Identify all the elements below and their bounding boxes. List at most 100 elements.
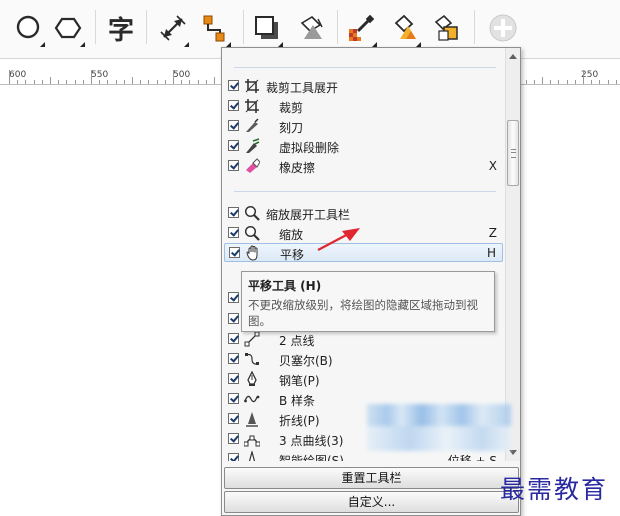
b-spline-icon [244, 391, 260, 407]
ruler-tick [157, 80, 158, 84]
blurred-region [367, 404, 511, 451]
ellipse-tool-button[interactable] [10, 6, 48, 50]
scroll-up-arrow-icon[interactable] [509, 54, 517, 59]
ruler-tick [181, 80, 182, 84]
menu-item-knife[interactable]: 刻刀 [224, 117, 503, 136]
ruler-tick [189, 80, 190, 84]
tooltip: 平移工具 (H) 不更改缩放级别，将绘图的隐藏区域拖动到视图。 [241, 271, 495, 332]
polygon-tool-button[interactable] [50, 6, 88, 50]
ruler-tick [116, 80, 117, 84]
dimension-arrow-icon [158, 13, 188, 43]
connector-tool-button[interactable] [196, 6, 234, 50]
zoom-icon [244, 205, 260, 221]
menu-item-label: 钢笔(P) [279, 374, 320, 388]
menu-item-zoom[interactable]: 缩放 Z [224, 224, 503, 243]
checkbox-checked[interactable] [228, 292, 239, 303]
scrollbar-thumb[interactable] [507, 120, 519, 186]
menu-item-pen[interactable]: 钢笔(P) [224, 370, 503, 389]
drop-shadow-icon [252, 13, 282, 43]
ruler-tick [9, 70, 10, 84]
eraser-icon [244, 158, 260, 174]
interactive-fill-tool-button[interactable] [386, 6, 424, 50]
checkbox-checked[interactable] [228, 100, 239, 111]
shortcut-key: 位移 + S [447, 454, 497, 461]
flyout-indicator [184, 42, 189, 47]
text-icon: 字 [107, 15, 134, 46]
menu-item-smart-drawing[interactable]: 智能绘图(S) 位移 + S [224, 450, 503, 461]
menu-item-bezier[interactable]: 贝塞尔(B) [224, 350, 503, 369]
menu-item-crop[interactable]: 裁剪 [224, 97, 503, 116]
checkbox-checked[interactable] [228, 433, 239, 444]
ruler-tick [17, 80, 18, 84]
menu-item-eraser[interactable]: 橡皮擦 X [224, 157, 503, 176]
ruler-tick [173, 70, 174, 84]
menu-item-crop-flyout[interactable]: 裁剪工具展开 [224, 77, 503, 96]
ruler-tick [165, 80, 166, 84]
checkbox-checked[interactable] [228, 227, 239, 238]
shortcut-key: X [488, 159, 497, 173]
checkbox-checked[interactable] [229, 247, 240, 258]
checkbox-checked[interactable] [228, 120, 239, 131]
menu-item-label: 2 点线 [279, 334, 315, 348]
checkbox-checked[interactable] [228, 353, 239, 364]
shortcut-key: H [486, 246, 496, 260]
customize-button[interactable]: 自定义... [224, 491, 519, 513]
ruler-tick [599, 80, 600, 84]
watermark-text: 最需教育 [500, 475, 609, 504]
ruler-tick [534, 80, 535, 84]
drop-shadow-tool-button[interactable] [248, 6, 286, 50]
menu-item-label: 智能绘图(S) [279, 454, 344, 461]
ellipse-icon [14, 13, 44, 43]
ruler-tick [542, 77, 543, 84]
ruler-tick [132, 77, 133, 84]
toolbar-separator [146, 10, 147, 44]
menu-scrollbar[interactable] [505, 48, 520, 461]
menu-item-virtual-segment-delete[interactable]: 虚拟段删除 [224, 137, 503, 156]
menu-item-label: 缩放 [279, 228, 304, 242]
checkbox-checked[interactable] [228, 373, 239, 384]
ruler-tick [550, 80, 551, 84]
menu-item-pan[interactable]: 平移 H [224, 243, 503, 262]
ruler-tick [42, 80, 43, 84]
transparency-tool-button[interactable] [292, 6, 330, 50]
add-tool-button[interactable] [484, 6, 522, 50]
annotation-arrow-icon [317, 228, 360, 251]
ruler-label: 600 [9, 70, 27, 80]
checkbox-checked[interactable] [228, 453, 239, 461]
reset-toolbar-button[interactable]: 重置工具栏 [224, 467, 519, 489]
menu-item-label: 裁剪工具展开 [266, 81, 339, 95]
virtual-segment-delete-icon [244, 138, 260, 154]
checkbox-checked[interactable] [228, 140, 239, 151]
ruler-tick [91, 70, 92, 84]
bezier-icon [244, 351, 260, 367]
smart-fill-tool-button[interactable] [428, 6, 466, 50]
checkbox-checked[interactable] [228, 207, 239, 218]
flyout-indicator [80, 42, 85, 47]
transparency-icon [296, 13, 326, 43]
menu-item-two-point-line[interactable]: 2 点线 [224, 330, 503, 349]
toolbar-separator [337, 10, 338, 44]
ruler-tick [58, 80, 59, 84]
zoom-icon [244, 225, 260, 241]
color-eyedropper-tool-button[interactable] [342, 6, 380, 50]
checkbox-checked[interactable] [228, 80, 239, 91]
menu-item-label: B 样条 [279, 394, 316, 408]
checkbox-checked[interactable] [228, 413, 239, 424]
ruler-tick [575, 80, 576, 84]
dimension-tool-button[interactable] [154, 6, 192, 50]
polyline-icon [244, 411, 260, 427]
menu-item-label: 贝塞尔(B) [279, 354, 333, 368]
ruler-tick [25, 80, 26, 84]
menu-item-label: 裁剪 [279, 101, 304, 115]
checkbox-checked[interactable] [228, 160, 239, 171]
ruler-tick [591, 80, 592, 84]
menu-item-zoom-flyout[interactable]: 缩放展开工具栏 [224, 204, 503, 223]
ruler-tick [583, 70, 584, 84]
flyout-indicator [40, 42, 45, 47]
menu-item-label: 橡皮擦 [279, 161, 316, 175]
checkbox-checked[interactable] [228, 313, 239, 324]
menu-list: 裁剪工具展开 裁剪 刻刀 虚拟段删除 橡皮擦 X 缩放展开工具栏 缩放 Z 平移… [222, 48, 507, 461]
checkbox-checked[interactable] [228, 333, 239, 344]
text-tool-button[interactable]: 字 [102, 6, 140, 50]
checkbox-checked[interactable] [228, 393, 239, 404]
